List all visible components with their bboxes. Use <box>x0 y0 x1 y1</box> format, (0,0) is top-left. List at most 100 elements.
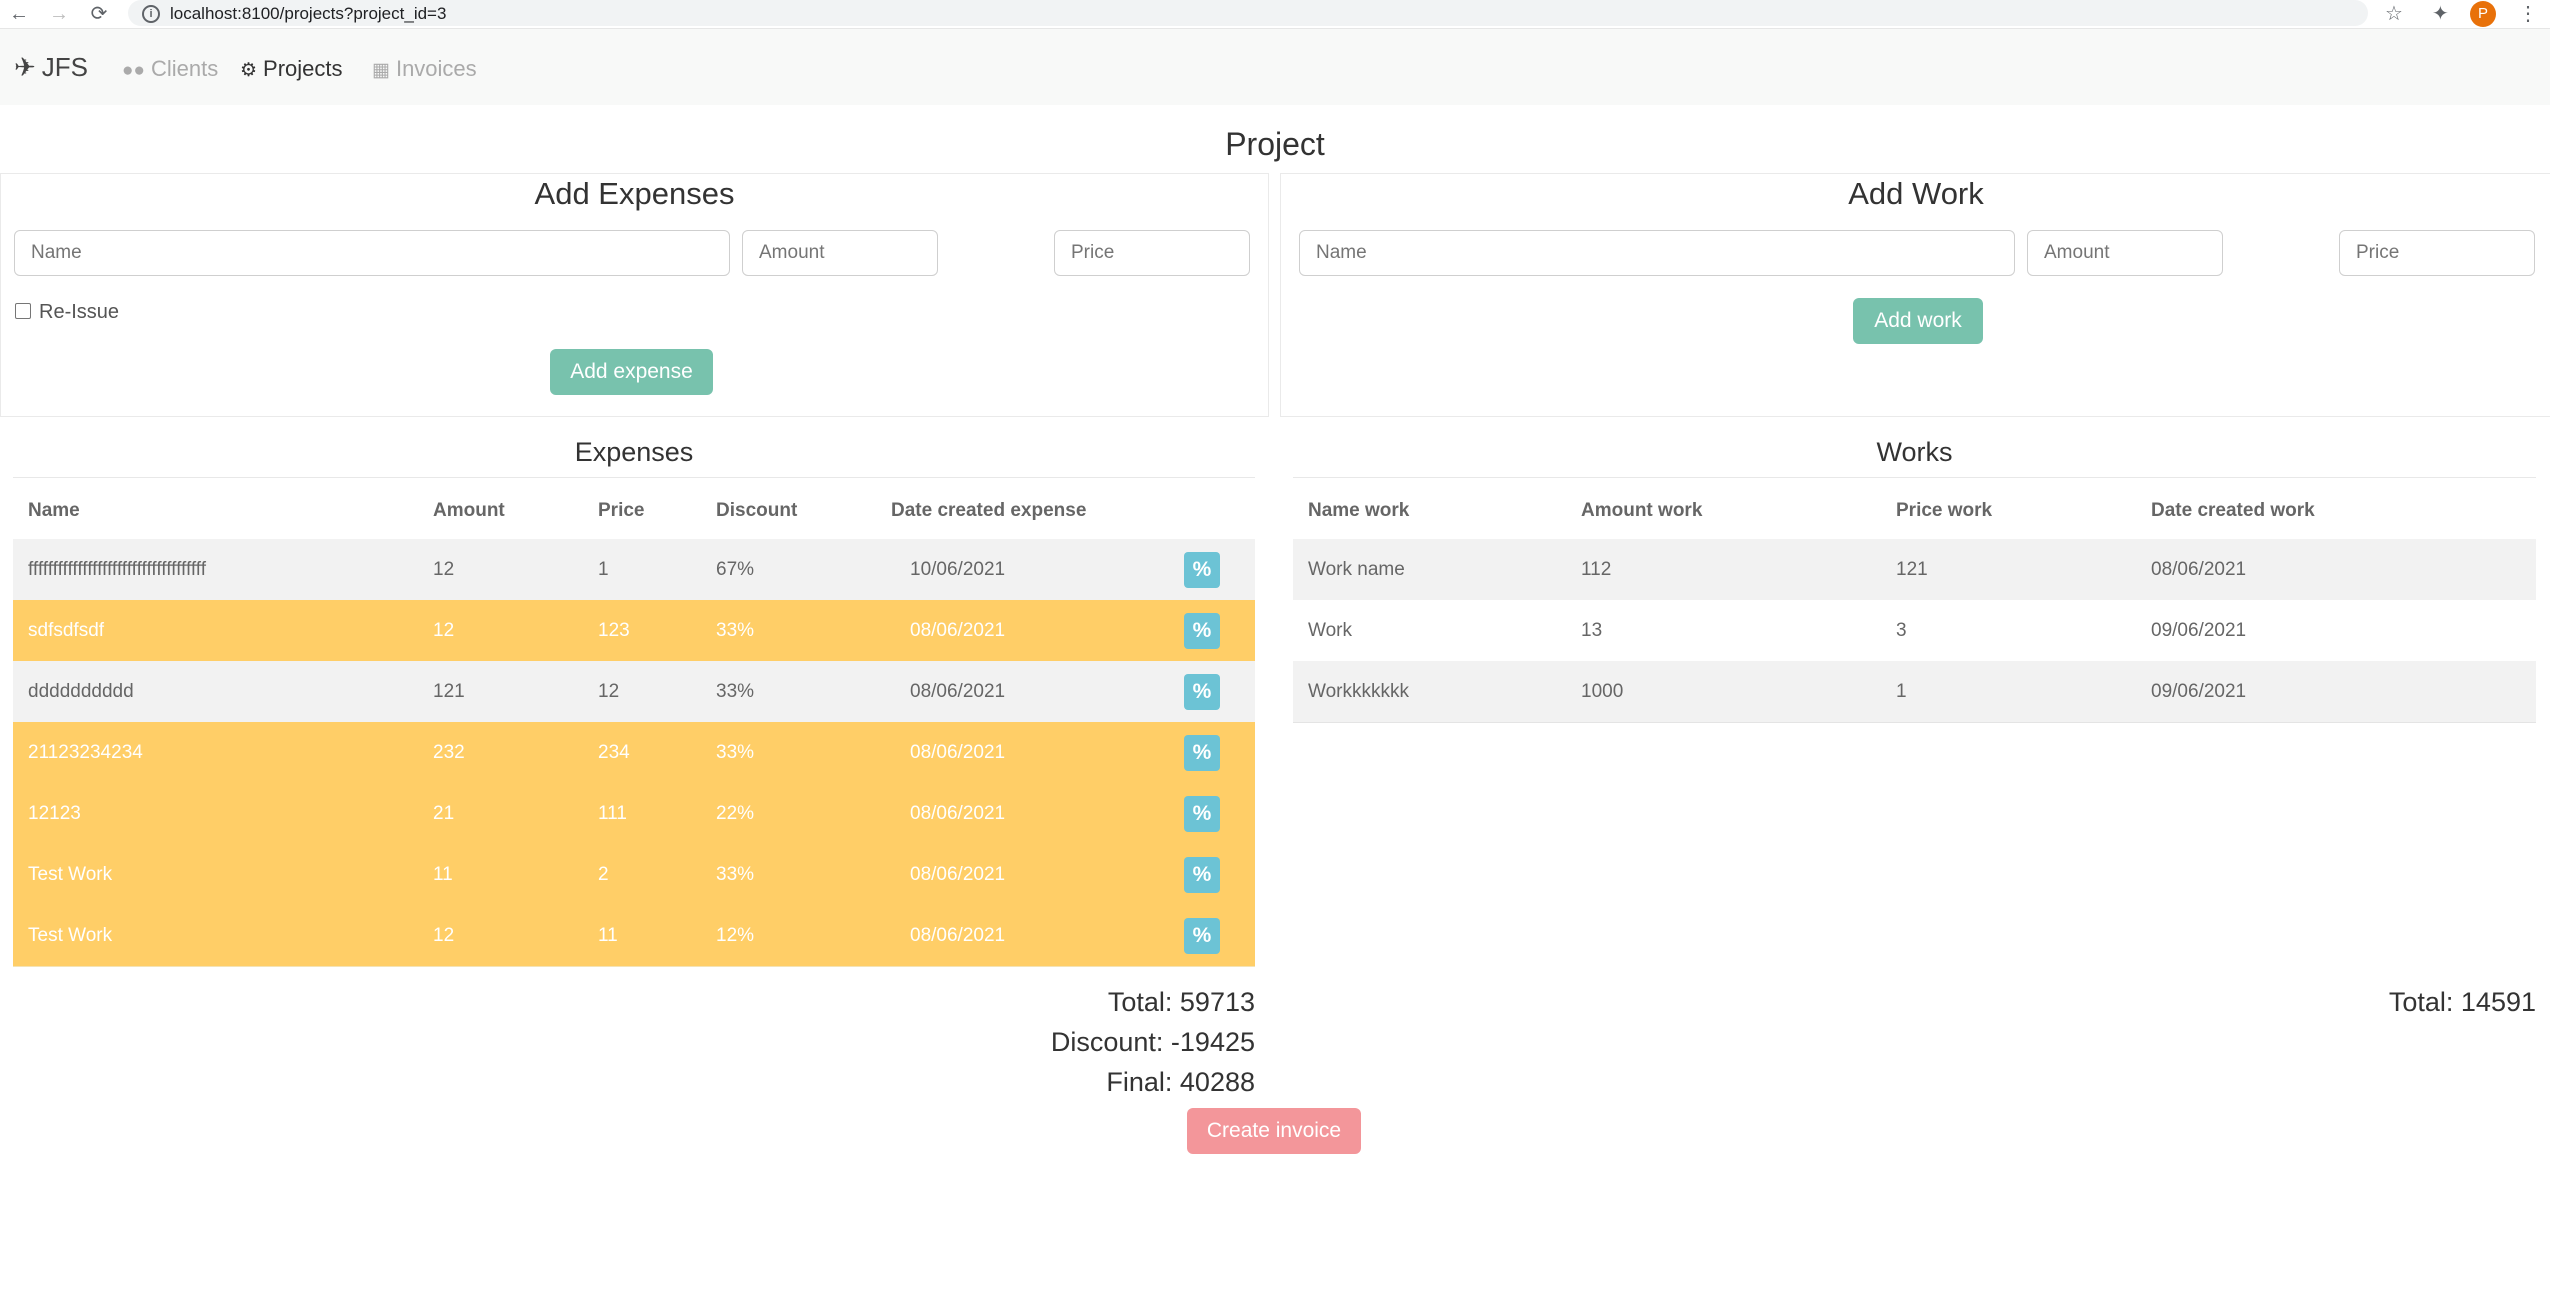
nav-invoices[interactable]: ▦ Invoices <box>372 55 477 85</box>
col-amount-work: Amount work <box>1581 500 1703 521</box>
avatar[interactable]: P <box>2470 1 2496 27</box>
expense-discount-cell: 33% <box>716 864 755 885</box>
expense-discount-cell: 67% <box>716 559 755 580</box>
expense-name-cell: dddddddddd <box>28 681 134 702</box>
table-row: Test Work 11 2 33% 08/06/2021% <box>13 844 1255 906</box>
expense-date-cell: 10/06/2021 <box>910 559 1006 580</box>
discount-button[interactable]: % <box>1184 674 1220 710</box>
discount-button[interactable]: % <box>1184 918 1220 954</box>
expense-price-input[interactable] <box>1054 230 1250 276</box>
discount-button[interactable]: % <box>1184 552 1220 588</box>
address-bar[interactable] <box>128 0 2368 26</box>
address-url[interactable]: localhost:8100/projects?project_id=3 <box>170 3 446 25</box>
add-work-button[interactable]: Add work <box>1853 298 1983 344</box>
table-row: dddddddddd 121 12 33% 08/06/2021% <box>13 661 1255 723</box>
table-row: ffffffffffffffffffffffffffffffffffff 12 1 6… <box>13 539 1255 601</box>
expense-price-cell: 111 <box>598 803 627 824</box>
expense-amount-cell: 11 <box>433 864 453 885</box>
nav-projects-label: Projects <box>263 56 343 81</box>
back-icon[interactable]: ← <box>8 3 30 25</box>
expense-price-cell: 2 <box>598 864 609 885</box>
expenses-title: Expenses <box>574 437 694 467</box>
info-icon[interactable]: i <box>142 5 160 23</box>
discount-button[interactable]: % <box>1184 613 1220 649</box>
expense-name-cell: Test Work <box>28 864 113 885</box>
reissue-label: Re-Issue <box>39 301 120 323</box>
expense-price-cell: 234 <box>598 742 630 763</box>
expense-name-input[interactable] <box>14 230 730 276</box>
work-price-input[interactable] <box>2339 230 2535 276</box>
expense-price-cell: 11 <box>598 925 618 946</box>
expenses-total: Total: 59713 <box>1107 987 1255 1017</box>
brand-label: JFS <box>41 52 89 82</box>
work-amount-cell: 1000 <box>1581 681 1624 702</box>
menu-icon[interactable]: ⋮ <box>2518 2 2538 26</box>
page-title: Project <box>1225 126 1325 162</box>
expense-price-cell: 1 <box>598 559 609 580</box>
add-expenses-panel: Add Expenses Re-Issue Add expense <box>0 173 1269 417</box>
expense-date-cell: 08/06/2021 <box>910 620 1006 641</box>
work-name-input[interactable] <box>1299 230 2015 276</box>
work-amount-input[interactable] <box>2027 230 2223 276</box>
expense-amount-cell: 121 <box>433 681 465 702</box>
table-row: sdfsdfsdf 12 123 33% 08/06/2021% <box>13 600 1255 662</box>
work-price-cell: 1 <box>1896 681 1907 702</box>
expense-amount-input[interactable] <box>742 230 938 276</box>
reissue-checkbox[interactable] <box>15 303 31 319</box>
work-price-cell: 3 <box>1896 620 1907 641</box>
expense-price-cell: 123 <box>598 620 630 641</box>
work-date-cell: 09/06/2021 <box>2151 681 2247 702</box>
expense-discount-cell: 12% <box>716 925 755 946</box>
col-name: Name <box>28 500 80 521</box>
users-icon: ●● <box>122 60 145 81</box>
forward-icon[interactable]: → <box>48 3 70 25</box>
discount-button[interactable]: % <box>1184 857 1220 893</box>
table-row: 12123 21 111 22% 08/06/2021% <box>13 783 1255 845</box>
expense-date-cell: 08/06/2021 <box>910 803 1006 824</box>
expense-amount-cell: 12 <box>433 559 455 580</box>
table-row: Work 13 3 09/06/2021 <box>1293 600 2536 662</box>
table-row: Workkkkkkk 1000 1 09/06/2021 <box>1293 661 2536 723</box>
expenses-final: Final: 40288 <box>1106 1067 1255 1097</box>
expense-date-cell: 08/06/2021 <box>910 864 1006 885</box>
col-date-created-work: Date created work <box>2151 500 2315 521</box>
create-invoice-button[interactable]: Create invoice <box>1187 1108 1361 1154</box>
add-expense-button[interactable]: Add expense <box>550 349 713 395</box>
plane-icon: ✈ <box>14 52 36 82</box>
expenses-discount: Discount: -19425 <box>1050 1027 1255 1057</box>
expense-amount-cell: 232 <box>433 742 465 763</box>
expense-name-cell: sdfsdfsdf <box>28 620 105 641</box>
expense-name-cell: 12123 <box>28 803 81 824</box>
nav-clients[interactable]: ●● Clients <box>122 55 218 85</box>
brand[interactable]: ✈ JFS <box>14 51 88 83</box>
table-row: Test Work 12 11 12% 08/06/2021% <box>13 905 1255 967</box>
col-amount: Amount <box>433 500 505 521</box>
discount-button[interactable]: % <box>1184 796 1220 832</box>
cogs-icon: ⚙ <box>240 60 258 81</box>
reload-icon[interactable]: ⟳ <box>88 3 110 25</box>
discount-button[interactable]: % <box>1184 735 1220 771</box>
table-icon: ▦ <box>372 60 390 81</box>
expense-discount-cell: 33% <box>716 681 755 702</box>
col-date-created-expense: Date created expense <box>891 500 1087 521</box>
expense-name-cell: ffffffffffffffffffffffffffffffffffff <box>28 559 207 580</box>
browser-toolbar: ← → ⟳ i localhost:8100/projects?project_… <box>0 0 2550 29</box>
navbar: ✈ JFS ●● Clients ⚙ Projects ▦ Invoices <box>0 29 2550 105</box>
expense-date-cell: 08/06/2021 <box>910 742 1006 763</box>
works-table-header: Name work Amount work Price work Date cr… <box>1293 478 2536 539</box>
expense-name-cell: Test Work <box>28 925 113 946</box>
expenses-table-header: Name Amount Price Discount Date created … <box>13 478 1255 539</box>
works-total: Total: 14591 <box>2388 987 2536 1017</box>
work-name-cell: Work <box>1308 620 1352 641</box>
extensions-icon[interactable]: ✦ <box>2432 2 2449 26</box>
expense-discount-cell: 22% <box>716 803 755 824</box>
nav-projects[interactable]: ⚙ Projects <box>240 55 343 85</box>
col-name-work: Name work <box>1308 500 1410 521</box>
work-amount-cell: 13 <box>1581 620 1603 641</box>
expense-amount-cell: 12 <box>433 925 455 946</box>
work-date-cell: 09/06/2021 <box>2151 620 2247 641</box>
expense-name-cell: 21123234234 <box>28 742 143 763</box>
work-date-cell: 08/06/2021 <box>2151 559 2247 580</box>
expense-date-cell: 08/06/2021 <box>910 681 1006 702</box>
star-icon[interactable]: ☆ <box>2385 2 2403 26</box>
